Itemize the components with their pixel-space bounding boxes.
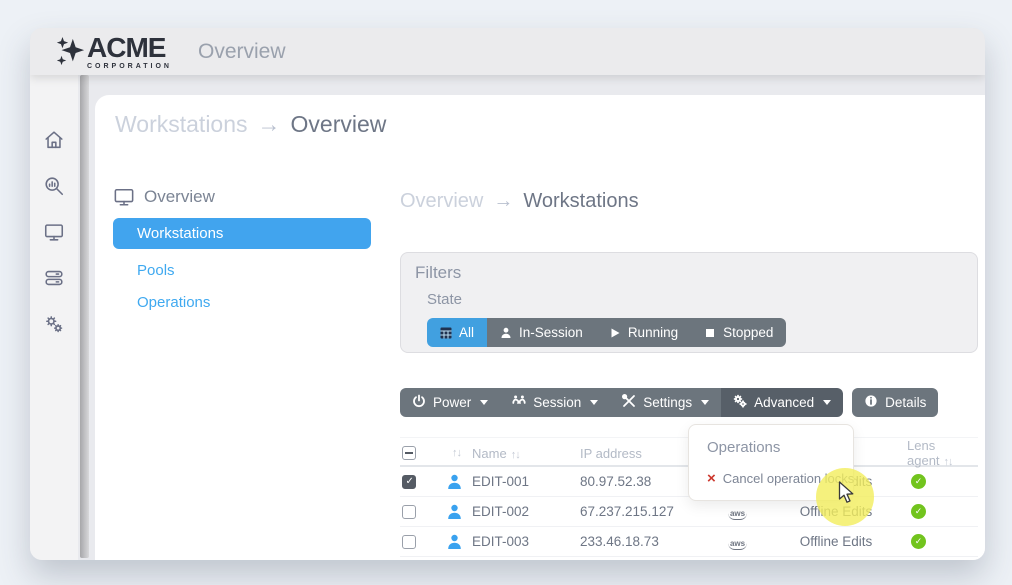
power-button[interactable]: Power	[400, 388, 500, 417]
column-header-name[interactable]: Name↑↓	[472, 446, 580, 461]
settings-gears-icon[interactable]	[43, 313, 65, 335]
column-header-lens-agent[interactable]: Lens agent↑↓	[897, 438, 978, 468]
ip-address: 67.237.215.127	[580, 504, 700, 519]
workstation-name: EDIT-002	[472, 504, 580, 519]
pool-name: Offline Edits	[800, 534, 873, 549]
sparkles-icon	[54, 35, 86, 69]
table-row-partial[interactable]	[400, 557, 978, 560]
filter-in-session-button[interactable]: In-Session	[487, 318, 596, 347]
filter-stopped-button[interactable]: Stopped	[691, 318, 786, 347]
panel-breadcrumb-parent[interactable]: Overview	[400, 190, 483, 212]
icon-sidebar	[30, 75, 78, 560]
power-icon	[412, 394, 426, 411]
analytics-search-icon[interactable]	[43, 175, 65, 197]
state-filter-group: All In-Session	[427, 318, 786, 347]
info-icon	[864, 394, 878, 411]
monitor-icon	[113, 187, 135, 207]
panel-breadcrumb-arrow-icon: →	[493, 190, 513, 212]
column-header-ip[interactable]: IP address	[580, 446, 700, 461]
cancel-x-icon: ×	[707, 471, 716, 486]
play-icon	[609, 327, 621, 339]
caret-down-icon	[823, 400, 831, 405]
user-icon	[447, 474, 462, 490]
breadcrumb-current: Overview	[291, 111, 387, 137]
user-icon	[447, 504, 462, 520]
row-checkbox[interactable]	[402, 505, 416, 519]
nav-header: Overview	[113, 187, 371, 207]
brand-subtitle: CORPORATION	[87, 63, 172, 70]
sort-icon: ↑↓	[944, 456, 953, 468]
panel-breadcrumb-current: Workstations	[523, 190, 638, 212]
tools-icon	[622, 394, 636, 411]
filters-panel: Filters State All	[400, 252, 978, 353]
stop-icon	[704, 327, 716, 339]
row-checkbox[interactable]	[402, 475, 416, 489]
home-icon[interactable]	[43, 129, 65, 151]
sort-icon[interactable]: ↑↓	[452, 447, 461, 459]
caret-down-icon	[701, 400, 709, 405]
gears-icon	[733, 394, 747, 411]
panel-breadcrumb: Overview → Workstations	[400, 190, 639, 213]
servers-icon[interactable]	[43, 267, 65, 289]
dropdown-section-header: Operations	[689, 437, 853, 466]
workstation-name: EDIT-001	[472, 474, 580, 489]
desktop-background: ACME CORPORATION Overview	[0, 0, 1012, 585]
aws-provider-icon: aws	[728, 534, 747, 549]
nav-item-workstations[interactable]: Workstations	[113, 218, 371, 249]
actions-toolbar: Power Session	[400, 388, 938, 417]
aws-provider-icon: aws	[728, 504, 747, 519]
mouse-cursor-icon	[838, 481, 858, 504]
filters-title: Filters	[415, 263, 977, 283]
select-all-checkbox[interactable]	[402, 446, 416, 460]
sort-icon: ↑↓	[511, 449, 520, 461]
table-row[interactable]: EDIT-002 67.237.215.127 aws Offline Edit…	[400, 497, 978, 527]
grid-icon	[440, 327, 452, 339]
app-title: Overview	[198, 40, 286, 64]
table-row[interactable]: EDIT-003 233.46.18.73 aws Offline Edits …	[400, 527, 978, 557]
session-button[interactable]: Session	[500, 388, 610, 417]
titlebar: ACME CORPORATION Overview	[30, 28, 985, 75]
filter-running-button[interactable]: Running	[596, 318, 691, 347]
session-icon	[512, 394, 526, 411]
section-nav: Overview Workstations Pools Operations	[113, 187, 371, 312]
nav-item-operations[interactable]: Operations	[113, 294, 371, 312]
user-icon	[447, 534, 462, 550]
brand-name: ACME	[87, 34, 172, 62]
breadcrumb-parent[interactable]: Workstations	[115, 111, 248, 137]
workstation-name: EDIT-003	[472, 534, 580, 549]
person-icon	[500, 327, 512, 339]
details-button[interactable]: Details	[852, 388, 938, 417]
lens-agent-ok-icon: ✓	[911, 504, 926, 519]
breadcrumb-arrow-icon: →	[258, 111, 281, 137]
lens-agent-ok-icon: ✓	[911, 474, 926, 489]
ip-address: 80.97.52.38	[580, 474, 700, 489]
scrollbar[interactable]	[80, 75, 89, 558]
brand-logo: ACME CORPORATION	[54, 34, 172, 70]
state-filter-label: State	[427, 291, 977, 308]
row-checkbox[interactable]	[402, 535, 416, 549]
lens-agent-ok-icon: ✓	[911, 534, 926, 549]
ip-address: 233.46.18.73	[580, 534, 700, 549]
caret-down-icon	[480, 400, 488, 405]
breadcrumb: Workstations → Overview	[115, 111, 386, 138]
advanced-button[interactable]: Advanced	[721, 388, 843, 417]
filter-all-button[interactable]: All	[427, 318, 487, 347]
nav-item-pools[interactable]: Pools	[113, 262, 371, 280]
caret-down-icon	[590, 400, 598, 405]
settings-button[interactable]: Settings	[610, 388, 721, 417]
workstations-monitor-icon[interactable]	[43, 221, 65, 243]
nav-header-label: Overview	[144, 187, 215, 207]
